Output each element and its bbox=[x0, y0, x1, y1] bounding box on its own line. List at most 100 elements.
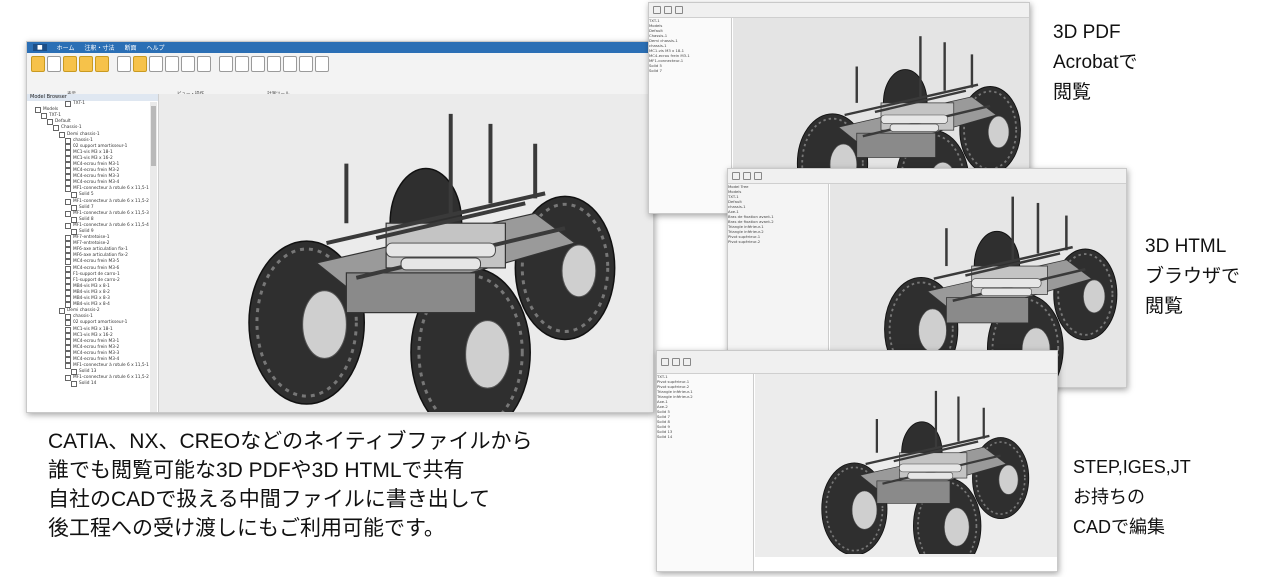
main-viewer-window: ■ ホーム 注釈・寸法 断面 ヘルプ 表示 ビュー・操作 計測ツール Model… bbox=[26, 41, 654, 413]
visibility-checkbox[interactable] bbox=[59, 131, 65, 138]
tree-item-label: Demi chassis-1 bbox=[67, 131, 100, 137]
toolbar-button[interactable] bbox=[661, 358, 669, 366]
cad-3d-view[interactable] bbox=[755, 374, 1057, 571]
visibility-checkbox[interactable] bbox=[65, 277, 71, 284]
rotate-button[interactable] bbox=[133, 56, 147, 72]
visibility-checkbox[interactable] bbox=[65, 283, 71, 290]
visibility-checkbox[interactable] bbox=[53, 125, 59, 132]
visibility-checkbox[interactable] bbox=[65, 186, 71, 193]
acrobat-model-tree: TXT-1 Models Default Chassis-1 Demi chassis… bbox=[649, 18, 732, 213]
visibility-checkbox[interactable] bbox=[65, 161, 71, 168]
toolbar-button[interactable] bbox=[675, 6, 683, 14]
visibility-checkbox[interactable] bbox=[47, 119, 53, 126]
visibility-checkbox[interactable] bbox=[65, 356, 71, 363]
back-button[interactable] bbox=[732, 172, 740, 180]
model-browser: Model Browser TXT-1 Models TXT-1 Default Cha… bbox=[27, 94, 159, 412]
visibility-checkbox[interactable] bbox=[65, 149, 71, 156]
tree-item[interactable]: Solid 14 bbox=[27, 381, 158, 388]
file-tab[interactable]: ■ bbox=[33, 44, 47, 51]
visibility-checkbox[interactable] bbox=[65, 363, 71, 370]
select-button[interactable] bbox=[197, 56, 211, 72]
tab-home[interactable]: ホーム bbox=[57, 43, 75, 52]
cad-window: TXT-1 Pivot supérieur-1 Pivot supérieur-2 … bbox=[656, 350, 1058, 572]
visibility-checkbox[interactable] bbox=[35, 107, 41, 114]
visibility-checkbox[interactable] bbox=[65, 168, 71, 175]
visibility-checkbox[interactable] bbox=[65, 320, 71, 327]
camera-button[interactable] bbox=[95, 56, 109, 72]
visibility-checkbox[interactable] bbox=[65, 155, 71, 162]
visibility-checkbox[interactable] bbox=[65, 259, 71, 266]
properties-button[interactable] bbox=[47, 56, 61, 72]
tree-item-label: MB4-vis M3 x 8-1 bbox=[73, 283, 110, 289]
tree-item-label: MF1-connecteur à rotule 6 x 11,5-2 bbox=[73, 198, 149, 204]
cad-toolbar bbox=[657, 351, 1057, 374]
pmi-button[interactable] bbox=[299, 56, 313, 72]
visibility-checkbox[interactable] bbox=[71, 192, 77, 199]
visibility-checkbox[interactable] bbox=[65, 247, 71, 254]
tree-item-label: 02 support amortisseur-1 bbox=[73, 143, 128, 149]
section2-button[interactable] bbox=[251, 56, 265, 72]
visibility-checkbox[interactable] bbox=[65, 332, 71, 339]
forward-button[interactable] bbox=[743, 172, 751, 180]
toolbar-button[interactable] bbox=[653, 6, 661, 14]
visibility-checkbox[interactable] bbox=[65, 271, 71, 278]
explode-button[interactable] bbox=[283, 56, 297, 72]
visibility-checkbox[interactable] bbox=[65, 235, 71, 242]
html-caption: 3D HTML ブラウザで 閲覧 bbox=[1145, 236, 1241, 317]
toolbar-button[interactable] bbox=[683, 358, 691, 366]
visibility-checkbox[interactable] bbox=[71, 204, 77, 211]
visibility-checkbox[interactable] bbox=[65, 174, 71, 181]
visibility-checkbox[interactable] bbox=[65, 210, 71, 217]
tree-item-label: MC1-vis M3 x 16-2 bbox=[73, 332, 113, 338]
visibility-checkbox[interactable] bbox=[65, 101, 71, 108]
visibility-checkbox[interactable] bbox=[71, 216, 77, 223]
truck-model-render bbox=[247, 111, 617, 412]
tree-item-label: Solid 8 bbox=[79, 216, 94, 222]
tree-item-label: Solid 7 bbox=[79, 204, 94, 210]
visibility-checkbox[interactable] bbox=[65, 350, 71, 357]
toolbar-button[interactable] bbox=[664, 6, 672, 14]
tree-item-label: Solid 14 bbox=[79, 381, 97, 387]
mode-button[interactable] bbox=[219, 56, 233, 72]
visibility-checkbox[interactable] bbox=[65, 137, 71, 144]
tab-help[interactable]: ヘルプ bbox=[147, 43, 165, 52]
measure-button[interactable] bbox=[267, 56, 281, 72]
visibility-checkbox[interactable] bbox=[59, 308, 65, 315]
3d-viewport[interactable] bbox=[159, 94, 653, 412]
tree-item-label: MC4-ecrou frein M3-6 bbox=[73, 265, 120, 271]
model-display-button[interactable] bbox=[31, 56, 45, 72]
visibility-checkbox[interactable] bbox=[65, 344, 71, 351]
visibility-checkbox[interactable] bbox=[65, 253, 71, 260]
visibility-checkbox[interactable] bbox=[65, 198, 71, 205]
visibility-checkbox[interactable] bbox=[65, 296, 71, 303]
tree-item-label: Solid 5 bbox=[79, 192, 94, 198]
tree-item-label: MC4-ecrou frein M3-2 bbox=[73, 344, 120, 350]
annotation-button[interactable] bbox=[63, 56, 77, 72]
home-button[interactable] bbox=[117, 56, 131, 72]
visibility-checkbox[interactable] bbox=[65, 222, 71, 229]
pan-button[interactable] bbox=[149, 56, 163, 72]
visibility-checkbox[interactable] bbox=[65, 143, 71, 150]
tab-annotation[interactable]: 注釈・寸法 bbox=[85, 43, 115, 52]
visibility-checkbox[interactable] bbox=[65, 289, 71, 296]
visibility-checkbox[interactable] bbox=[65, 265, 71, 272]
section1-button[interactable] bbox=[235, 56, 249, 72]
rotation-axis-button[interactable] bbox=[315, 56, 329, 72]
visibility-checkbox[interactable] bbox=[65, 241, 71, 248]
visibility-checkbox[interactable] bbox=[41, 113, 47, 120]
toolbar-button[interactable] bbox=[672, 358, 680, 366]
model-browser-title: Model Browser bbox=[27, 94, 158, 101]
visibility-checkbox[interactable] bbox=[65, 338, 71, 345]
visibility-checkbox[interactable] bbox=[71, 381, 77, 388]
wireframe-button[interactable] bbox=[79, 56, 93, 72]
zoom-button[interactable] bbox=[165, 56, 179, 72]
fit-button[interactable] bbox=[181, 56, 195, 72]
visibility-checkbox[interactable] bbox=[65, 314, 71, 321]
tab-section[interactable]: 断面 bbox=[125, 43, 137, 52]
visibility-checkbox[interactable] bbox=[65, 180, 71, 187]
visibility-checkbox[interactable] bbox=[65, 326, 71, 333]
visibility-checkbox[interactable] bbox=[65, 375, 71, 382]
tree-item-label: TXT-1 bbox=[73, 101, 86, 107]
reload-button[interactable] bbox=[754, 172, 762, 180]
model-browser-scrollbar[interactable] bbox=[150, 102, 157, 412]
